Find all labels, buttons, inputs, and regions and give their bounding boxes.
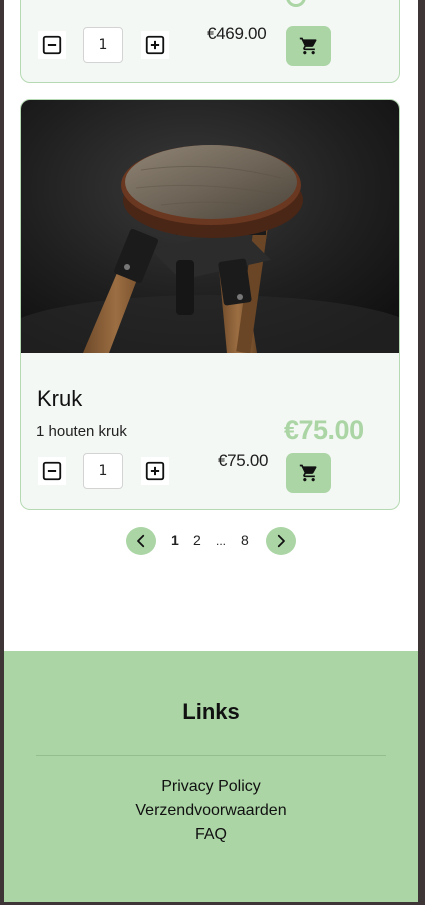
page-link-2[interactable]: 2	[193, 532, 201, 548]
product-description: 1 houten kruk	[36, 423, 127, 440]
cart-icon	[299, 464, 317, 482]
footer: Links Privacy Policy Verzendvoorwaarden …	[4, 651, 418, 902]
product-highlight-price: €75.00	[284, 415, 364, 445]
add-to-cart-button[interactable]	[286, 26, 331, 66]
privacy-policy-link[interactable]: Privacy Policy	[4, 778, 418, 796]
decrease-quantity-button[interactable]	[38, 457, 66, 485]
partial-price-glyph	[286, 0, 306, 7]
increase-quantity-button[interactable]	[141, 457, 169, 485]
increase-quantity-button[interactable]	[141, 31, 169, 59]
previous-page-button[interactable]	[126, 527, 156, 555]
minus-box-icon	[42, 35, 62, 55]
footer-divider	[36, 755, 386, 756]
minus-box-icon	[42, 461, 62, 481]
chevron-left-icon	[137, 534, 145, 548]
footer-heading: Links	[182, 699, 240, 724]
product-card: Kruk 1 houten kruk €75.00 €75.00	[20, 99, 400, 510]
product-card: €469.00	[20, 0, 400, 83]
cart-icon	[299, 37, 317, 55]
page-link-1[interactable]: 1	[171, 532, 179, 548]
add-to-cart-button[interactable]	[286, 453, 331, 493]
shipping-terms-link[interactable]: Verzendvoorwaarden	[4, 802, 418, 820]
product-title: Kruk	[37, 386, 83, 411]
product-price: €469.00	[207, 24, 267, 43]
page-link-8[interactable]: 8	[241, 532, 249, 548]
quantity-input[interactable]	[83, 27, 123, 63]
pagination: 1 2 ... 8	[4, 527, 418, 557]
plus-box-icon	[145, 35, 165, 55]
decrease-quantity-button[interactable]	[38, 31, 66, 59]
next-page-button[interactable]	[266, 527, 296, 555]
quantity-input[interactable]	[83, 453, 123, 489]
chevron-right-icon	[277, 534, 285, 548]
product-image[interactable]	[21, 100, 400, 353]
product-price: €75.00	[218, 451, 269, 470]
page-ellipsis: ...	[216, 534, 227, 548]
faq-link[interactable]: FAQ	[4, 826, 418, 844]
plus-box-icon	[145, 461, 165, 481]
page: €469.00	[4, 0, 418, 902]
